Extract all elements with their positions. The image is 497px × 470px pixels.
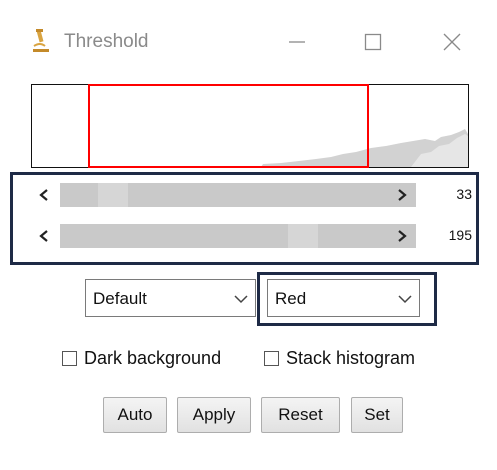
dark-background-label: Dark background xyxy=(84,347,222,368)
max-slider-increment[interactable] xyxy=(388,221,416,251)
threshold-method-value: Default xyxy=(93,289,147,308)
window-title: Threshold xyxy=(64,31,149,52)
max-threshold-slider[interactable]: 195 xyxy=(30,221,480,251)
stack-histogram-label: Stack histogram xyxy=(286,347,416,368)
auto-button[interactable]: Auto xyxy=(103,397,167,433)
chevron-left-icon xyxy=(39,230,48,242)
maximize-button[interactable] xyxy=(355,24,391,60)
chevron-right-icon xyxy=(398,230,407,242)
max-slider-decrement[interactable] xyxy=(30,221,58,251)
minimize-button[interactable] xyxy=(279,24,315,60)
dark-background-option[interactable]: Dark background xyxy=(62,346,221,370)
histogram-plot xyxy=(31,84,469,168)
max-threshold-value: 195 xyxy=(448,227,472,243)
close-button[interactable] xyxy=(434,24,470,60)
min-slider-track[interactable] xyxy=(60,183,416,207)
minimize-icon xyxy=(289,41,305,43)
threshold-window: Threshold 33 195 Default Red Dark backgr… xyxy=(0,0,497,470)
display-mode-value: Red xyxy=(275,289,307,308)
min-threshold-value: 33 xyxy=(456,186,472,202)
title-bar: Threshold xyxy=(0,0,497,80)
chevron-right-icon xyxy=(398,189,407,201)
stack-histogram-checkbox[interactable] xyxy=(264,350,279,366)
close-icon xyxy=(443,33,461,51)
chevron-down-icon xyxy=(234,295,248,304)
min-slider-increment[interactable] xyxy=(388,180,416,210)
chevron-left-icon xyxy=(39,189,48,201)
set-button[interactable]: Set xyxy=(351,397,403,433)
stack-histogram-option[interactable]: Stack histogram xyxy=(264,346,415,370)
min-slider-decrement[interactable] xyxy=(30,180,58,210)
chevron-down-icon xyxy=(398,295,412,304)
apply-button[interactable]: Apply xyxy=(177,397,251,433)
microscope-icon xyxy=(30,28,52,54)
display-mode-dropdown[interactable]: Red xyxy=(267,279,420,317)
dark-background-checkbox[interactable] xyxy=(62,350,77,366)
maximize-icon xyxy=(364,33,382,51)
min-threshold-slider[interactable]: 33 xyxy=(30,180,480,210)
max-slider-track[interactable] xyxy=(60,224,416,248)
reset-button[interactable]: Reset xyxy=(261,397,340,433)
threshold-method-dropdown[interactable]: Default xyxy=(85,279,256,317)
